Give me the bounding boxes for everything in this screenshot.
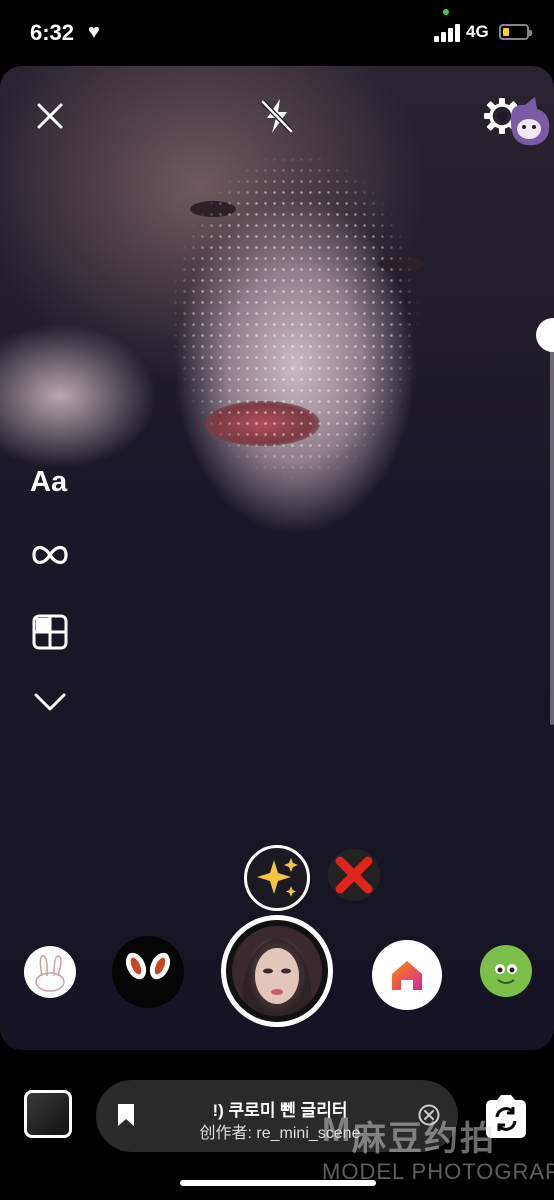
kuromi-sticker-icon	[510, 97, 550, 146]
home-icon	[392, 961, 422, 990]
heart-icon: ♥	[88, 21, 100, 43]
signal-icon	[434, 24, 460, 42]
infinity-icon[interactable]	[30, 540, 70, 570]
avatar-face-icon	[241, 938, 313, 1016]
text-tool-button[interactable]: Aa	[30, 466, 67, 499]
bunny-icon	[35, 955, 65, 992]
red-x-icon	[335, 856, 373, 894]
battery-icon	[499, 24, 532, 40]
chevron-down-icon[interactable]	[33, 690, 67, 714]
close-icon[interactable]	[34, 100, 66, 132]
watermark-logo-icon: M	[322, 1111, 351, 1149]
effect-home[interactable]	[372, 940, 442, 1010]
bookmark-icon[interactable]	[116, 1103, 136, 1127]
network-label: 4G	[466, 22, 489, 41]
home-indicator[interactable]	[180, 1180, 376, 1186]
watermark-brand-cn: 麻豆约拍	[352, 1120, 496, 1158]
effect-bunny-sketch[interactable]	[24, 946, 76, 998]
status-time: 6:32	[30, 20, 75, 45]
current-effect-avatar	[232, 926, 322, 1016]
effect-bunny-ears[interactable]	[112, 936, 184, 1008]
green-character-icon	[495, 964, 517, 984]
gallery-thumbnail[interactable]	[24, 1090, 72, 1138]
flash-off-icon[interactable]	[258, 96, 296, 136]
watermark: M 麻豆约拍 MODEL PHOTOGRAPH	[318, 1111, 554, 1191]
privacy-dot-icon	[443, 9, 449, 15]
sparkles-effect-button[interactable]	[244, 845, 310, 911]
status-bar: 6:32 ♥ 4G	[0, 0, 554, 66]
capture-button[interactable]	[221, 915, 333, 1027]
remove-effect-button[interactable]	[328, 849, 380, 901]
zoom-slider-track	[550, 335, 554, 725]
sparkles-icon	[257, 858, 298, 897]
bunny-ears-icon	[125, 952, 171, 980]
layout-icon[interactable]	[32, 614, 68, 650]
effect-green-character[interactable]	[480, 945, 532, 997]
